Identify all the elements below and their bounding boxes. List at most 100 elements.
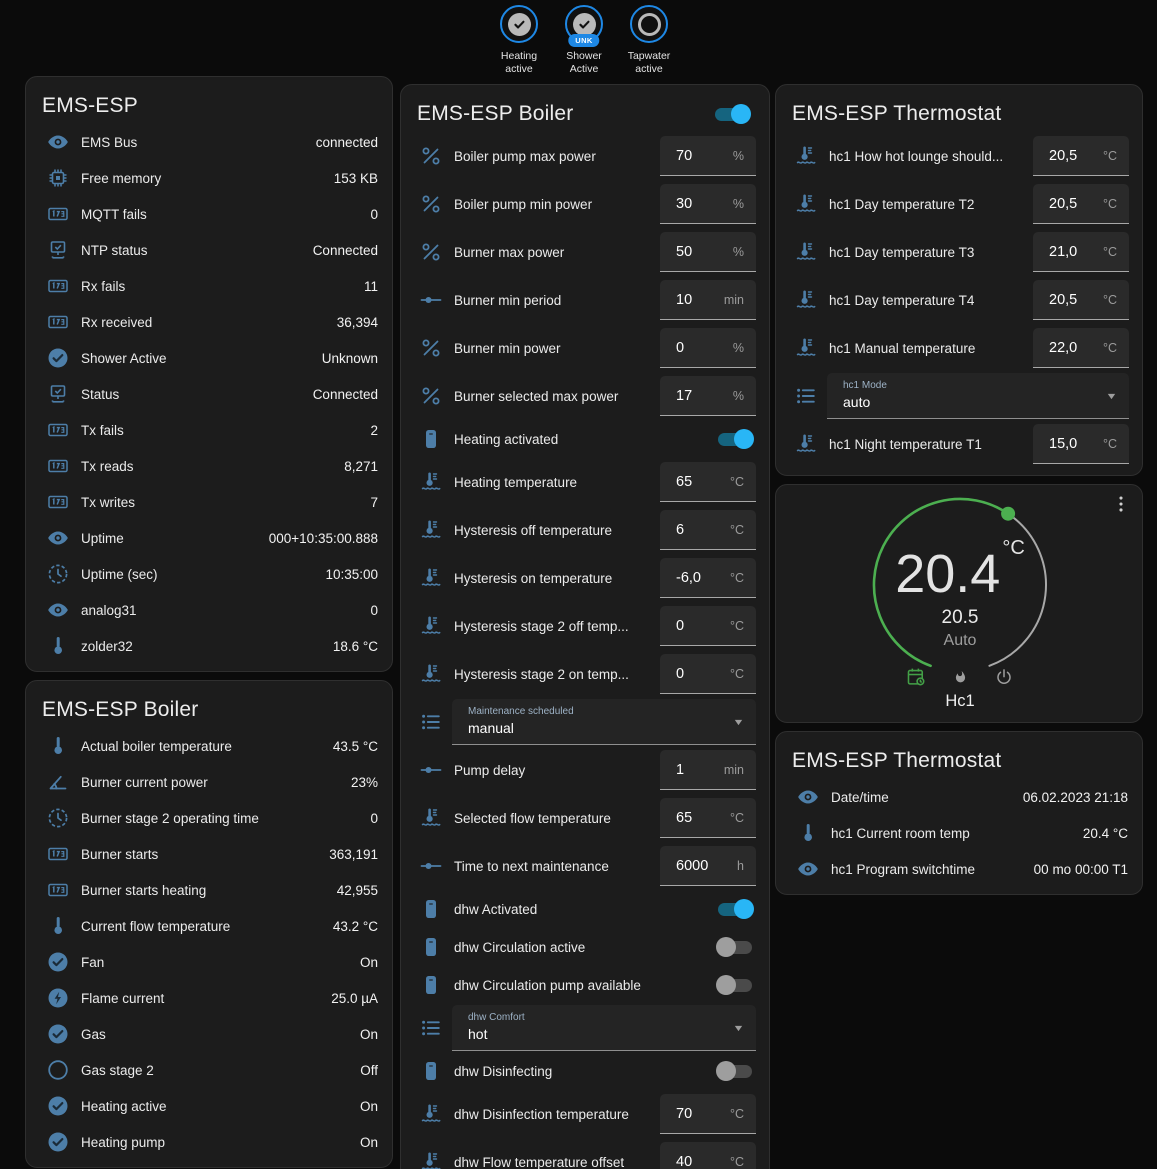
entity-row: Maintenance scheduledmanual▼	[401, 698, 769, 746]
entity-label: Boiler pump max power	[454, 149, 660, 164]
toggle-switch[interactable]	[716, 1061, 754, 1081]
card-boiler-controls: EMS-ESP Boiler Boiler pump max power70%B…	[400, 84, 770, 1169]
entity-row[interactable]: Flame current25.0 µA	[26, 980, 392, 1016]
number-input[interactable]: 65°C	[660, 798, 756, 838]
entity-row[interactable]: analog310	[26, 592, 392, 628]
number-input[interactable]: 0°C	[660, 654, 756, 694]
entity-circle	[630, 5, 668, 43]
entity-row[interactable]: Free memory153 KB	[26, 160, 392, 196]
number-value: 20,5	[1049, 292, 1077, 308]
glance-tapwater-active[interactable]: Tapwater active	[621, 5, 677, 76]
entity-row[interactable]: hc1 Program switchtime00 mo 00:00 T1	[776, 851, 1142, 887]
check-circle-icon	[46, 1130, 70, 1154]
entity-row[interactable]: zolder3218.6 °C	[26, 628, 392, 664]
wtherm-icon	[419, 470, 443, 494]
number-input[interactable]: 70%	[660, 136, 756, 176]
glance-shower-active[interactable]: UNK Shower Active	[556, 5, 612, 76]
entity-row[interactable]: Actual boiler temperature43.5 °C	[26, 728, 392, 764]
number-input[interactable]: 65°C	[660, 462, 756, 502]
card-boiler-stats: EMS-ESP Boiler Actual boiler temperature…	[25, 680, 393, 1168]
entity-row: hc1 Manual temperature22,0°C	[776, 324, 1142, 372]
entity-label: Fan	[81, 955, 360, 970]
entity-row[interactable]: Heating pumpOn	[26, 1124, 392, 1160]
entity-row[interactable]: NTP statusConnected	[26, 232, 392, 268]
off-mode-button[interactable]	[992, 665, 1016, 689]
entity-value: 2	[370, 423, 378, 438]
boiler-master-toggle[interactable]	[713, 104, 751, 124]
entity-row[interactable]: Heating activeOn	[26, 1088, 392, 1124]
entity-row[interactable]: FanOn	[26, 944, 392, 980]
heat-mode-button[interactable]	[948, 665, 972, 689]
entity-row: Heating activated	[401, 420, 769, 458]
entity-row[interactable]: Burner stage 2 operating time0	[26, 800, 392, 836]
number-value: 40	[676, 1154, 692, 1169]
select-label: Maintenance scheduled	[468, 706, 726, 717]
number-input[interactable]: 20,5°C	[1033, 136, 1129, 176]
zone-label: Hc1	[776, 692, 1143, 711]
toggle-switch[interactable]	[716, 975, 754, 995]
number-input[interactable]: 10min	[660, 280, 756, 320]
entity-label: Time to next maintenance	[454, 859, 660, 874]
number-input[interactable]: 15,0°C	[1033, 424, 1129, 464]
entity-row[interactable]: Uptime000+10:35:00.888	[26, 520, 392, 556]
entity-row[interactable]: EMS Busconnected	[26, 124, 392, 160]
number-input[interactable]: 0°C	[660, 606, 756, 646]
number-unit: °C	[1103, 293, 1117, 307]
entity-row[interactable]: Uptime (sec)10:35:00	[26, 556, 392, 592]
entity-row[interactable]: Tx writes7	[26, 484, 392, 520]
toggle-switch[interactable]	[716, 429, 754, 449]
card-header: EMS-ESP Boiler	[26, 681, 392, 728]
entity-label: hc1 Day temperature T3	[829, 245, 1033, 260]
entity-label: Hysteresis on temperature	[454, 571, 660, 586]
entity-row[interactable]: Burner starts363,191	[26, 836, 392, 872]
number-input[interactable]: 70°C	[660, 1094, 756, 1134]
entity-label: MQTT fails	[81, 207, 370, 222]
entity-row[interactable]: Rx fails11	[26, 268, 392, 304]
select-field[interactable]: Maintenance scheduledmanual▼	[452, 699, 756, 745]
number-input[interactable]: 30%	[660, 184, 756, 224]
number-input[interactable]: 6000h	[660, 846, 756, 886]
wtherm-icon	[419, 1102, 443, 1126]
entity-row[interactable]: Rx received36,394	[26, 304, 392, 340]
number-input[interactable]: 6°C	[660, 510, 756, 550]
number-input[interactable]: 40°C	[660, 1142, 756, 1169]
toggle-switch[interactable]	[716, 937, 754, 957]
number-input[interactable]: 22,0°C	[1033, 328, 1129, 368]
card-title: EMS-ESP Thermostat	[792, 102, 1001, 126]
glance-heating-active[interactable]: Heating active	[491, 5, 547, 76]
toggle-switch[interactable]	[716, 899, 754, 919]
entity-row[interactable]: Current flow temperature43.2 °C	[26, 908, 392, 944]
auto-mode-button[interactable]	[904, 665, 928, 689]
card-thermostat-controls: EMS-ESP Thermostat hc1 How hot lounge sh…	[775, 84, 1143, 476]
entity-label: analog31	[81, 603, 370, 618]
select-value: hot	[468, 1026, 726, 1042]
entity-row[interactable]: StatusConnected	[26, 376, 392, 412]
entity-row[interactable]: hc1 Current room temp20.4 °C	[776, 815, 1142, 851]
number-input[interactable]: -6,0°C	[660, 558, 756, 598]
entity-row: hc1 Day temperature T420,5°C	[776, 276, 1142, 324]
entity-row[interactable]: Tx reads8,271	[26, 448, 392, 484]
entity-label: hc1 Night temperature T1	[829, 437, 1033, 452]
number-input[interactable]: 20,5°C	[1033, 184, 1129, 224]
hvac-mode-label: Auto	[776, 632, 1143, 650]
entity-row[interactable]: Shower ActiveUnknown	[26, 340, 392, 376]
entity-row[interactable]: MQTT fails0	[26, 196, 392, 232]
entity-row[interactable]: Burner starts heating42,955	[26, 872, 392, 908]
number-input[interactable]: 21,0°C	[1033, 232, 1129, 272]
select-field[interactable]: dhw Comforthot▼	[452, 1005, 756, 1051]
number-input[interactable]: 0%	[660, 328, 756, 368]
number-input[interactable]: 1min	[660, 750, 756, 790]
number-input[interactable]: 17%	[660, 376, 756, 416]
eye-icon	[46, 526, 70, 550]
number-input[interactable]: 50%	[660, 232, 756, 272]
select-field[interactable]: hc1 Modeauto▼	[827, 373, 1129, 419]
entity-row[interactable]: GasOn	[26, 1016, 392, 1052]
entity-label: Heating activated	[454, 432, 716, 447]
number-value: 65	[676, 474, 692, 490]
lan-icon	[46, 238, 70, 262]
entity-row[interactable]: Tx fails2	[26, 412, 392, 448]
entity-row[interactable]: Burner current power23%	[26, 764, 392, 800]
number-input[interactable]: 20,5 °C	[1033, 280, 1129, 320]
entity-row[interactable]: Gas stage 2Off	[26, 1052, 392, 1088]
entity-row[interactable]: Date/time06.02.2023 21:18	[776, 779, 1142, 815]
